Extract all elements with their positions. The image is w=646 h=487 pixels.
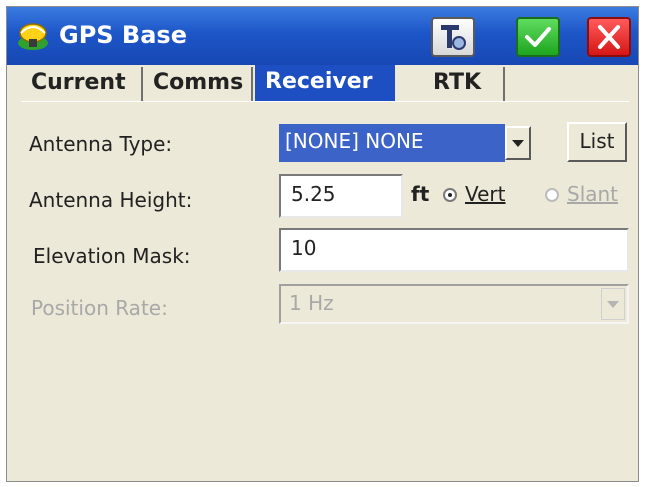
list-button[interactable]: List [567,122,627,162]
slant-radio[interactable] [545,188,559,202]
chevron-down-icon [602,300,624,324]
chevron-down-icon [507,140,529,162]
slant-radio-label[interactable]: Slant [567,182,618,206]
tab-receiver[interactable]: Receiver [255,65,395,101]
vert-radio-label[interactable]: Vert [465,182,506,206]
antenna-type-value: [NONE] NONE [279,124,505,162]
antenna-type-dropdown[interactable] [505,126,531,160]
vert-radio[interactable] [443,188,457,202]
elevation-mask-label: Elevation Mask: [33,244,191,268]
close-button[interactable] [587,17,631,57]
position-rate-value: 1 Hz [289,291,334,315]
gps-satellite-icon [15,19,51,53]
tool-button[interactable] [431,17,475,57]
receiver-panel: Antenna Type: [NONE] NONE List Antenna H… [21,101,629,478]
title-bar: GPS Base [7,7,638,65]
position-rate-label: Position Rate: [31,296,168,320]
elevation-mask-input[interactable]: 10 [279,228,629,272]
antenna-height-input[interactable]: 5.25 [279,174,403,218]
tab-current[interactable]: Current [21,67,143,101]
antenna-type-label: Antenna Type: [29,132,173,156]
position-rate-select: 1 Hz [279,284,629,324]
ok-button[interactable] [516,17,560,57]
height-unit: ft [411,182,430,206]
tab-comms[interactable]: Comms [145,67,253,101]
tab-rtk[interactable]: RTK [397,67,505,101]
antenna-height-label: Antenna Height: [29,188,193,212]
window-title: GPS Base [59,21,187,49]
gps-base-window: GPS Base Current Comms Receiver RTK Ante… [6,6,639,482]
position-rate-dropdown [601,288,625,320]
